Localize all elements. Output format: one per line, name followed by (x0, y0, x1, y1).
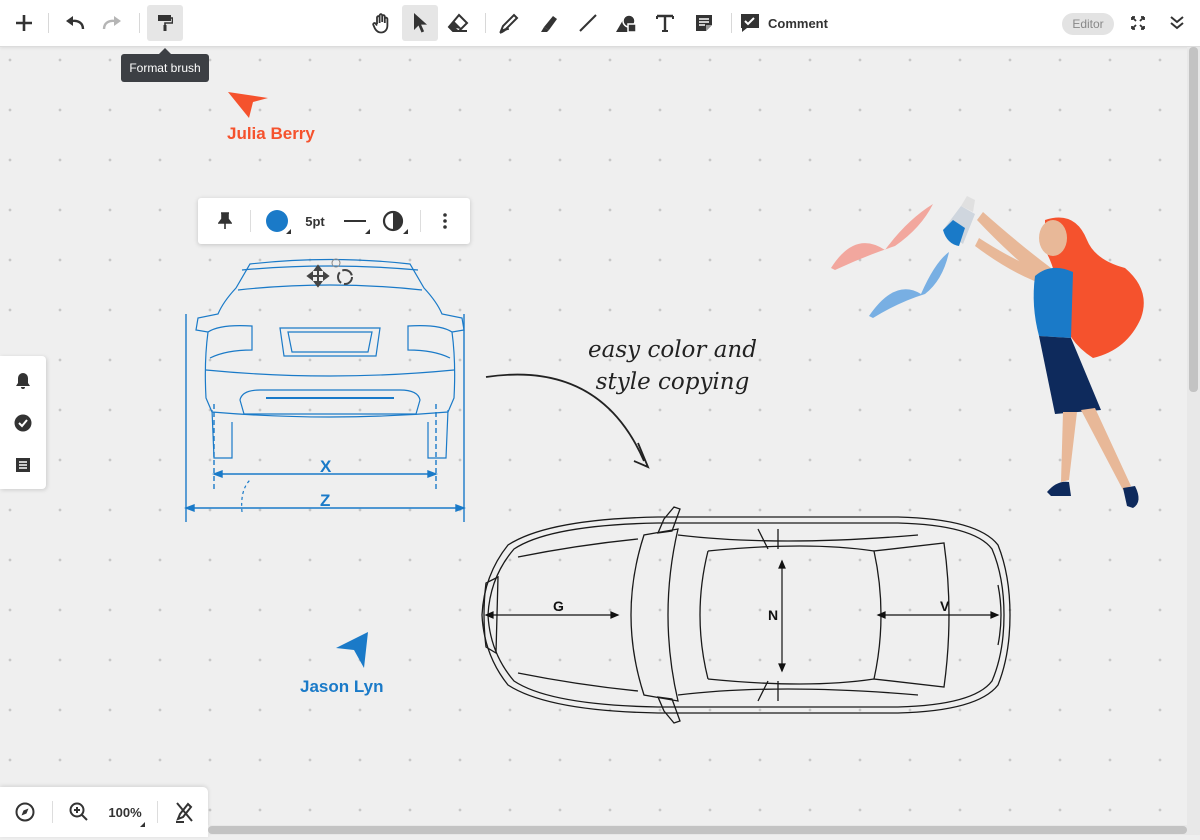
car-rear-view-drawing: X Z (184, 258, 466, 522)
eraser-icon (447, 13, 469, 32)
sticky-note-icon (696, 15, 712, 31)
paint-roller-icon (158, 15, 173, 31)
bell-icon (16, 373, 30, 389)
stroke-width-button[interactable]: 5pt (298, 198, 332, 244)
line-icon (579, 14, 597, 32)
opacity-button[interactable] (376, 198, 410, 244)
vertical-scrollbar[interactable] (1187, 47, 1200, 835)
dimension-z-label: Z (320, 491, 330, 510)
pin-button[interactable] (208, 198, 242, 244)
navigator-button[interactable] (8, 787, 42, 837)
zoom-level-value: 100% (108, 804, 142, 820)
shapes-tool-button[interactable] (608, 5, 644, 41)
more-options-button[interactable] (428, 198, 462, 244)
select-tool-button[interactable] (402, 5, 438, 41)
line-tool-button[interactable] (570, 5, 606, 41)
line-style-button[interactable] (338, 198, 372, 244)
undo-button[interactable] (57, 5, 93, 41)
mode-badge[interactable]: Editor (1062, 13, 1114, 35)
add-button[interactable] (6, 5, 42, 41)
text-icon (656, 14, 674, 32)
hand-tool-button[interactable] (364, 5, 400, 41)
text-tool-button[interactable] (647, 5, 683, 41)
comment-button[interactable]: Comment (740, 11, 828, 35)
color-picker-button[interactable] (260, 198, 294, 244)
fullscreen-button[interactable] (1120, 5, 1156, 41)
list-icon (16, 458, 30, 472)
compass-icon (15, 802, 35, 822)
horizontal-scrollbar[interactable] (208, 825, 1187, 835)
rotate-handle-icon[interactable] (331, 258, 353, 285)
format-brush-button[interactable] (147, 5, 183, 41)
comment-label: Comment (768, 15, 828, 31)
top-toolbar: Comment Editor (0, 0, 1200, 47)
format-brush-tooltip: Format brush (121, 48, 209, 82)
pin-icon (218, 212, 232, 229)
dimension-g-label: G (553, 598, 564, 614)
zoom-caret-icon (140, 822, 145, 827)
note-line-1: easy color and (588, 337, 757, 363)
side-panel (0, 356, 46, 489)
fullscreen-icon (1131, 16, 1145, 30)
pen-icon (499, 13, 519, 34)
notifications-button[interactable] (0, 366, 46, 396)
car-top-view-drawing: G N V (481, 506, 1011, 724)
line-style-icon (344, 220, 366, 222)
outline-button[interactable] (0, 450, 46, 480)
shape-format-toolbar: 5pt (198, 198, 470, 244)
redo-icon (102, 16, 121, 30)
opacity-icon (382, 210, 404, 232)
handwritten-note: easy color and style copying (570, 334, 775, 398)
sticky-note-button[interactable] (686, 5, 722, 41)
jason-cursor-label: Jason Lyn (300, 677, 384, 696)
vertical-scroll-thumb[interactable] (1189, 47, 1198, 392)
woman-painting-illustration (831, 196, 1144, 508)
highlighter-tool-button[interactable] (531, 5, 567, 41)
dimension-x-label: X (320, 457, 332, 476)
highlighter-icon (541, 16, 557, 32)
chevron-double-down-icon (1170, 16, 1184, 30)
stroke-width-value: 5pt (305, 213, 325, 229)
hand-icon (372, 13, 389, 34)
undo-icon (66, 16, 85, 30)
shapes-icon (616, 14, 637, 33)
collapse-toolbar-button[interactable] (1159, 5, 1195, 41)
dimension-n-label: N (768, 607, 778, 623)
julia-cursor-icon (228, 92, 268, 118)
julia-cursor-label: Julia Berry (227, 124, 315, 143)
zoom-in-icon (69, 802, 88, 821)
comment-check-icon (741, 14, 759, 32)
jason-cursor-icon (336, 632, 368, 668)
pen-off-icon (176, 802, 193, 823)
toggle-pen-button[interactable] (166, 787, 202, 837)
horizontal-scroll-thumb[interactable] (208, 826, 1187, 834)
zoom-level-dropdown[interactable]: 100% (100, 787, 150, 837)
redo-button[interactable] (94, 5, 130, 41)
check-circle-icon (14, 414, 32, 432)
dimension-v-label: V (940, 598, 950, 614)
bottom-controls: 100% (0, 787, 208, 837)
move-handle-icon[interactable] (306, 264, 330, 288)
more-vertical-icon (443, 213, 447, 229)
plus-icon (16, 15, 32, 31)
zoom-in-button[interactable] (62, 787, 96, 837)
pen-tool-button[interactable] (492, 5, 528, 41)
tasks-button[interactable] (0, 408, 46, 438)
color-swatch (266, 210, 288, 232)
note-line-2: style copying (595, 369, 750, 395)
eraser-tool-button[interactable] (440, 5, 476, 41)
pointer-icon (414, 13, 427, 33)
